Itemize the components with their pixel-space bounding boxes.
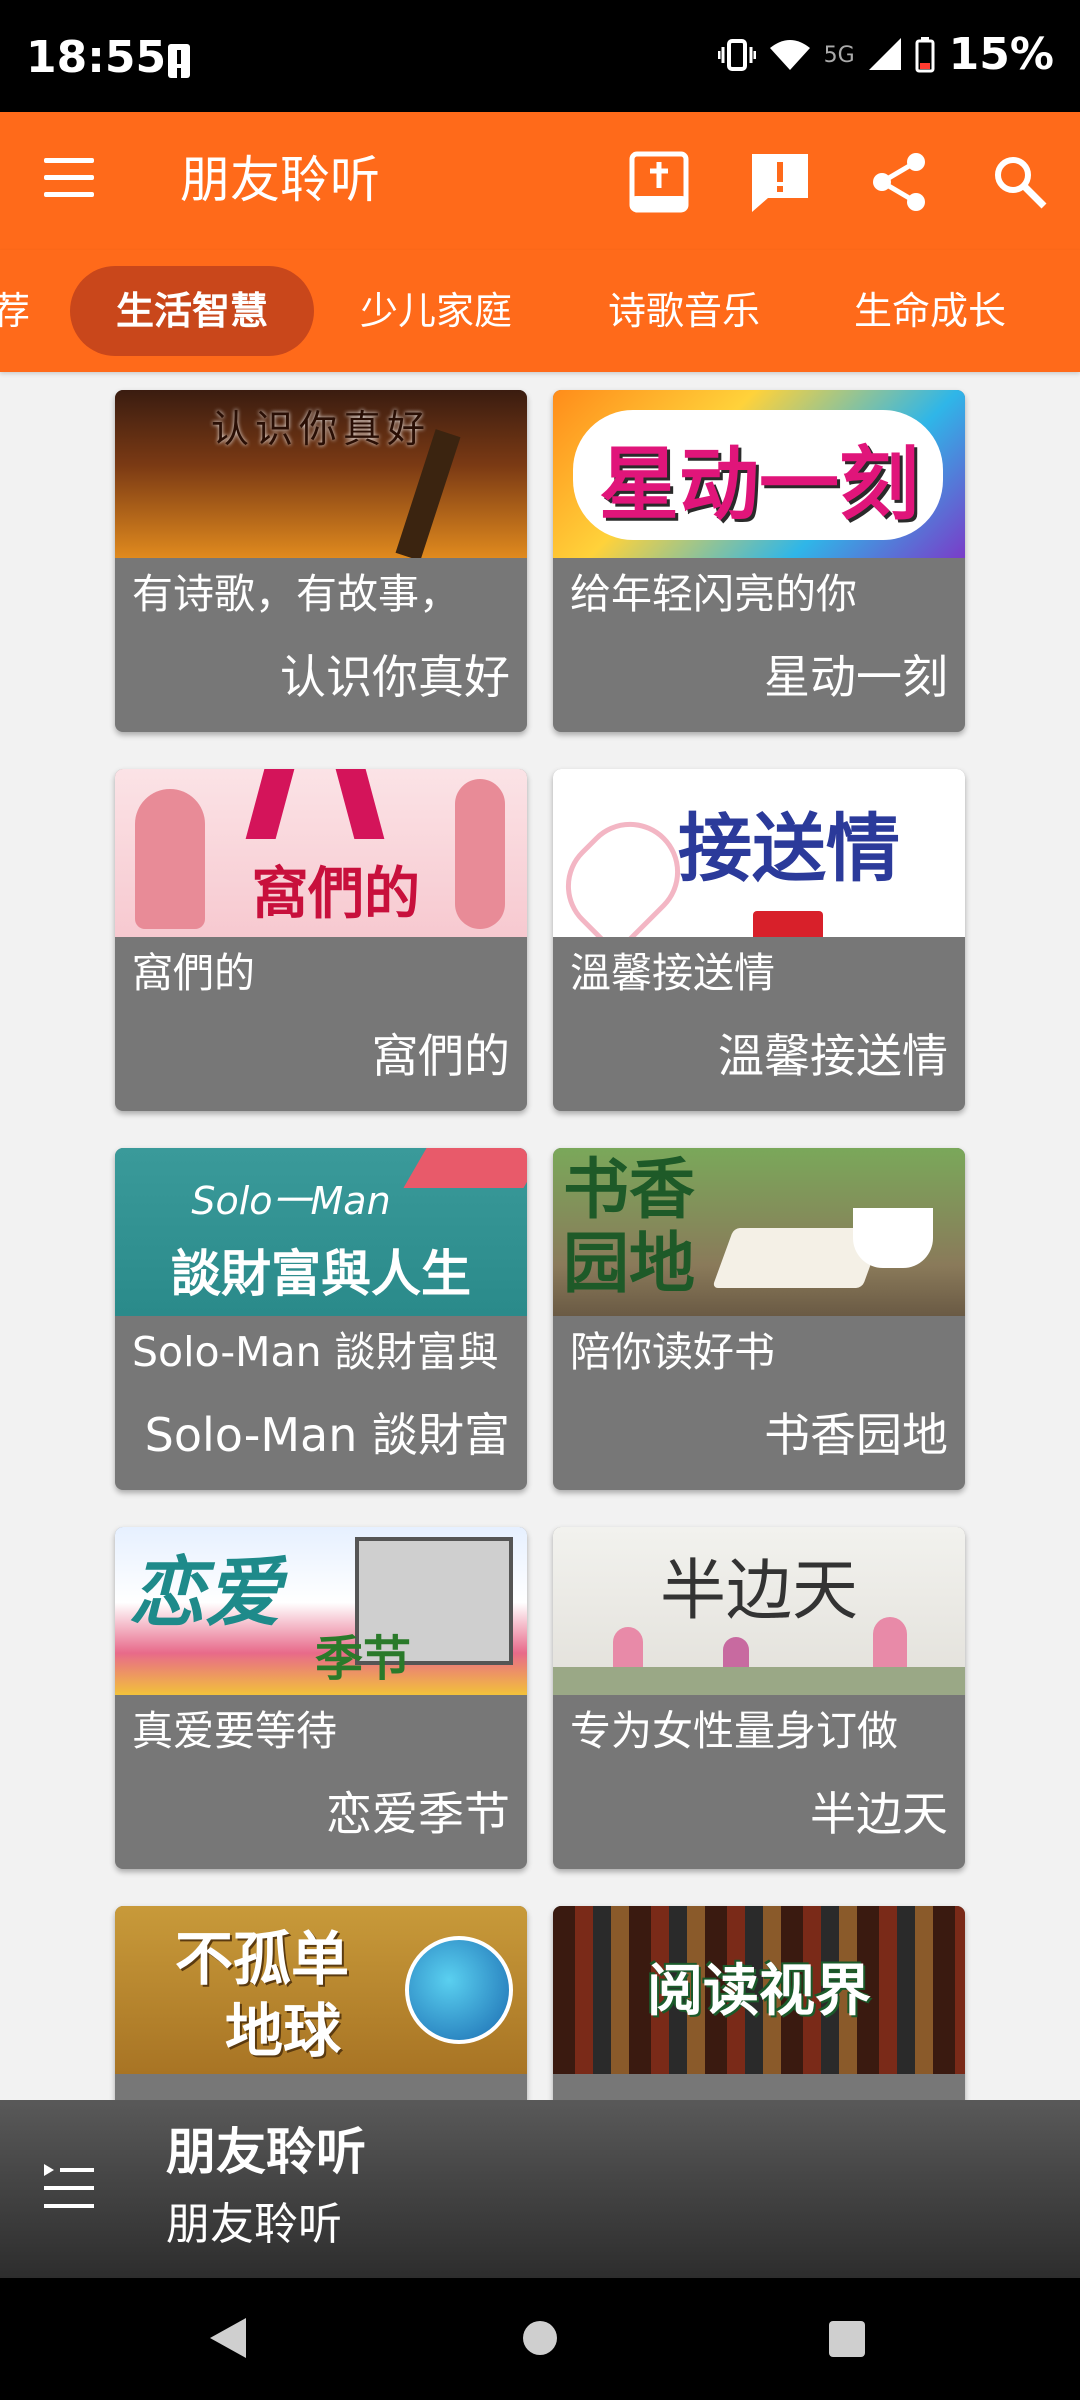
menu-icon[interactable] — [44, 158, 94, 198]
program-card[interactable]: 星动一刻 给年轻闪亮的你 星动一刻 — [553, 390, 965, 732]
program-card[interactable]: 阅读视界 — [553, 1906, 965, 2100]
card-subtitle: Solo-Man 談財富與 — [132, 1328, 499, 1376]
program-card[interactable]: 窩們的 窩們的 窩們的 — [115, 769, 527, 1111]
program-card[interactable]: 接送情 溫馨接送情 溫馨接送情 — [553, 769, 965, 1111]
system-nav-bar — [0, 2278, 1080, 2400]
card-thumbnail: 接送情 — [553, 769, 965, 937]
card-title: Solo-Man 談財富 — [144, 1408, 510, 1462]
card-thumbnail: 书香 园地 — [553, 1148, 965, 1316]
app-title: 朋友聆听 — [180, 151, 380, 209]
card-title: 窩們的 — [372, 1029, 510, 1083]
category-tabs: 荐 生活智慧 少儿家庭 诗歌音乐 生命成长 — [0, 250, 1080, 372]
program-card[interactable]: Solo一Man 談財富與人生 Solo-Man 談財富與 Solo-Man 談… — [115, 1148, 527, 1490]
card-thumbnail: 认识你真好 — [115, 390, 527, 558]
program-card[interactable]: 不孤单 地球 — [115, 1906, 527, 2100]
program-card[interactable]: 恋爱 季节 真爱要等待 恋爱季节 — [115, 1527, 527, 1869]
tab-life-growth[interactable]: 生命成长 — [854, 266, 1006, 356]
card-subtitle: 给年轻闪亮的你 — [570, 570, 857, 618]
tab-kids-family[interactable]: 少儿家庭 — [360, 266, 512, 356]
card-thumbnail: 不孤单 地球 — [115, 1906, 527, 2074]
card-thumbnail: 星动一刻 — [553, 390, 965, 558]
card-subtitle: 专为女性量身订做 — [570, 1707, 898, 1755]
battery-icon — [915, 37, 935, 73]
card-subtitle: 有诗歌，有故事， — [132, 570, 460, 618]
status-time: 18:55 — [26, 32, 167, 83]
home-icon[interactable] — [523, 2321, 557, 2355]
card-title: 星动一刻 — [764, 650, 948, 704]
now-playing-title: 朋友聆听 — [166, 2123, 366, 2181]
report-icon[interactable] — [746, 148, 814, 216]
vibrate-icon — [717, 39, 756, 71]
status-icons: 5G 15% — [717, 29, 1054, 80]
card-subtitle: 溫馨接送情 — [570, 949, 775, 997]
now-playing-bar[interactable]: 朋友聆听 朋友聆听 — [0, 2100, 1080, 2278]
network-type: 5G — [823, 42, 855, 68]
card-title: 溫馨接送情 — [718, 1029, 948, 1083]
wifi-icon — [769, 40, 810, 70]
program-card[interactable]: 半边天 专为女性量身订做 半边天 — [553, 1527, 965, 1869]
card-title: 恋爱季节 — [326, 1787, 510, 1841]
program-card[interactable]: 书香 园地 陪你读好书 书香园地 — [553, 1148, 965, 1490]
signal-icon — [868, 38, 901, 70]
card-thumbnail: 阅读视界 — [553, 1906, 965, 2074]
card-subtitle: 窩們的 — [132, 949, 255, 997]
tab-poetry-music[interactable]: 诗歌音乐 — [608, 266, 760, 356]
recents-icon[interactable] — [829, 2321, 865, 2357]
app-bar: 朋友聆听 — [0, 112, 1080, 250]
battery-percent: 15% — [948, 29, 1054, 80]
back-icon[interactable] — [210, 2318, 246, 2358]
card-title: 认识你真好 — [280, 650, 510, 704]
card-thumbnail: 恋爱 季节 — [115, 1527, 527, 1695]
tab-recommended[interactable]: 荐 — [0, 266, 30, 356]
program-grid: 认识你真好 有诗歌，有故事， 认识你真好 星动一刻 给年轻闪亮的你 星动一刻 窩… — [0, 372, 1080, 2100]
now-playing-subtitle: 朋友聆听 — [166, 2199, 342, 2250]
card-thumbnail: 窩們的 — [115, 769, 527, 937]
alert-notification-icon — [168, 44, 190, 78]
status-bar: 18:55 5G 15% — [0, 0, 1080, 112]
tab-life-wisdom[interactable]: 生活智慧 — [70, 266, 315, 356]
card-subtitle: 陪你读好书 — [570, 1328, 775, 1376]
search-icon[interactable] — [986, 148, 1054, 216]
playlist-icon[interactable] — [42, 2160, 96, 2218]
program-card[interactable]: 认识你真好 有诗歌，有故事， 认识你真好 — [115, 390, 527, 732]
bible-icon[interactable] — [626, 148, 694, 216]
card-thumbnail: Solo一Man 談財富與人生 — [115, 1148, 527, 1316]
card-subtitle: 真爱要等待 — [132, 1707, 337, 1755]
share-icon[interactable] — [866, 148, 934, 216]
card-title: 书香园地 — [764, 1408, 948, 1462]
card-title: 半边天 — [810, 1787, 948, 1841]
card-thumbnail: 半边天 — [553, 1527, 965, 1695]
